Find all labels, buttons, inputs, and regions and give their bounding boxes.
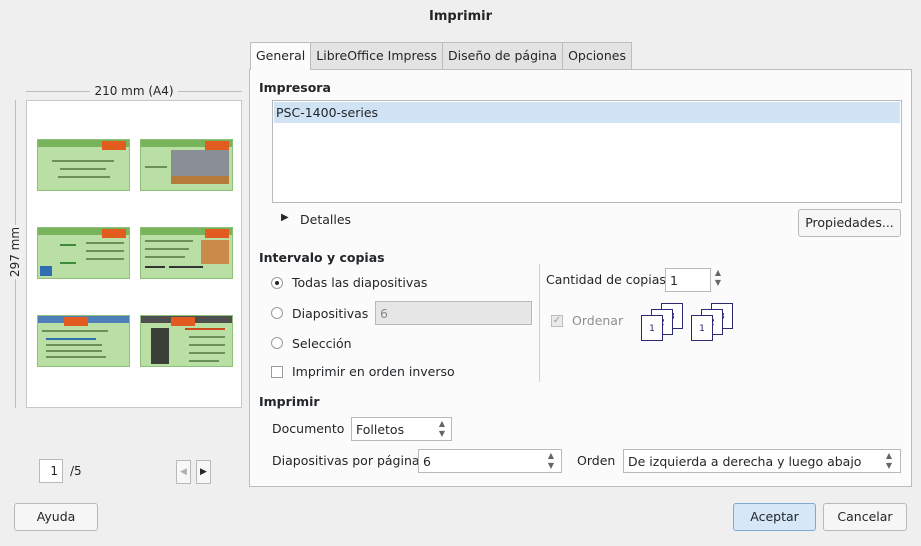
preview-slide-3	[37, 227, 130, 279]
spin-down-icon[interactable]: ▼	[711, 278, 725, 288]
selection-radio[interactable]	[271, 337, 283, 349]
dialog-title: Imprimir	[429, 9, 492, 24]
selection-label[interactable]: Selección	[292, 336, 352, 351]
copies-separator	[539, 264, 540, 382]
slides-range-input[interactable]: 6	[375, 301, 532, 325]
preview-slide-4	[140, 227, 233, 279]
collate-checkbox[interactable]: ✓	[551, 315, 563, 327]
chevron-right-icon: ▶	[200, 467, 207, 477]
page-number-input[interactable]: 1	[39, 459, 63, 483]
collate-icon: 3 2 1 3 2 1	[640, 303, 740, 343]
print-preview-page	[26, 100, 242, 408]
all-slides-radio[interactable]	[271, 277, 283, 289]
order-select[interactable]: De izquierda a derecha y luego abajo ▲ ▼	[623, 449, 901, 473]
details-expander[interactable]: Detalles	[300, 212, 351, 227]
tab-page-layout[interactable]: Diseño de página	[442, 42, 564, 69]
collate-label: Ordenar	[572, 313, 624, 328]
updown-icon: ▲ ▼	[438, 419, 446, 438]
spin-up-icon[interactable]: ▲	[711, 268, 725, 278]
preview-slide-2	[140, 139, 233, 191]
page-width-label: 210 mm (A4)	[26, 84, 242, 98]
order-value: De izquierda a derecha y luego abajo	[628, 454, 862, 469]
slides-per-page-value: 6	[423, 454, 431, 469]
page-total-label: /5	[70, 464, 82, 478]
chevron-left-icon: ◀	[180, 467, 187, 477]
cancel-button[interactable]: Cancelar	[823, 503, 907, 531]
reverse-order-label[interactable]: Imprimir en orden inverso	[292, 364, 455, 379]
preview-slide-5	[37, 315, 130, 367]
preview-slide-1	[37, 139, 130, 191]
previous-page-button[interactable]: ◀	[176, 460, 191, 484]
copies-spin[interactable]: ▲ ▼	[711, 268, 725, 292]
tab-libreoffice-impress[interactable]: LibreOffice Impress	[310, 42, 444, 69]
tab-bar: General LibreOffice Impress Diseño de pá…	[250, 42, 632, 70]
preview-slide-6	[140, 315, 233, 367]
document-select[interactable]: Folletos ▲ ▼	[351, 417, 452, 441]
help-button[interactable]: Ayuda	[14, 503, 98, 531]
next-page-button[interactable]: ▶	[196, 460, 211, 484]
copies-label: Cantidad de copias	[546, 272, 666, 287]
slides-radio[interactable]	[271, 307, 283, 319]
document-label: Documento	[272, 421, 345, 436]
order-label: Orden	[577, 453, 616, 468]
ok-button[interactable]: Aceptar	[733, 503, 816, 531]
printer-item[interactable]: PSC-1400-series	[274, 102, 900, 123]
document-value: Folletos	[356, 422, 405, 437]
reverse-order-checkbox[interactable]	[271, 366, 283, 378]
updown-icon: ▲ ▼	[885, 451, 893, 470]
print-section-label: Imprimir	[259, 394, 320, 409]
slides-per-page-label: Diapositivas por página	[272, 453, 420, 468]
slides-label[interactable]: Diapositivas	[292, 306, 368, 321]
updown-icon: ▲ ▼	[547, 451, 555, 470]
expand-triangle-icon[interactable]: ▶	[281, 212, 289, 223]
tab-general[interactable]: General	[250, 42, 312, 70]
printer-list[interactable]: PSC-1400-series	[272, 100, 902, 203]
properties-button[interactable]: Propiedades...	[798, 209, 901, 237]
range-section-label: Intervalo y copias	[259, 250, 385, 265]
printer-section-label: Impresora	[259, 80, 331, 95]
slides-per-page-select[interactable]: 6 ▲ ▼	[418, 449, 562, 473]
all-slides-label[interactable]: Todas las diapositivas	[292, 275, 427, 290]
tab-options[interactable]: Opciones	[562, 42, 632, 69]
copies-input[interactable]: 1	[665, 268, 711, 292]
page-height-label: 297 mm	[8, 100, 22, 408]
